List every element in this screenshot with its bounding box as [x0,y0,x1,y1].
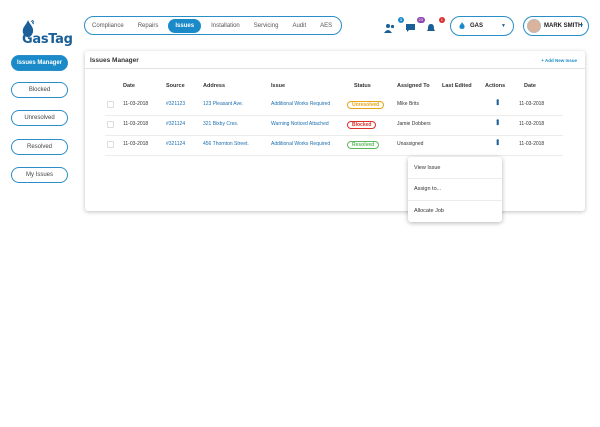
messages-badge: 23 [416,17,425,23]
alerts-notification[interactable]: 1 [425,17,445,31]
row-issue-link[interactable]: Additional Works Required [271,101,330,107]
divider [408,178,502,179]
status-badge: Resolved [347,141,380,149]
users-notification[interactable]: 3 [384,17,404,33]
row-issue-link[interactable]: Additional Works Required [271,141,330,147]
chevron-down-icon: ▼ [579,23,584,29]
bell-icon [427,24,435,31]
table-row[interactable]: 11-03-2018 #321124 321 Bixby Cres. Warni… [105,116,563,136]
row-source-link[interactable]: #321124 [166,141,185,147]
sidebar-blocked[interactable]: Blocked [11,82,68,98]
row-checkbox[interactable] [107,141,114,148]
brand-name: GasTag [22,32,73,47]
issues-manager-card: Issues Manager + Add New Issue Date Sour… [85,51,585,211]
col-address: Address [203,83,226,89]
row-date: 11-03-2018 [123,121,149,127]
tab-aes[interactable]: AES [316,19,336,33]
divider [85,68,585,69]
row-date-2: 11-03-2018 [519,141,545,147]
main-nav: Compliance Repairs Issues Installation S… [84,16,342,35]
tab-installation[interactable]: Installation [207,19,244,33]
user-menu[interactable]: MARK SMITH ▼ [523,16,589,36]
sidebar-my-issues[interactable]: My Issues [11,167,68,183]
row-address-link[interactable]: 123 Pleasant Ave. [203,101,243,107]
tab-servicing[interactable]: Servicing [250,19,283,33]
add-new-issue-label: Add New Issue [544,58,577,63]
col-status: Status [354,83,371,89]
flame-icon [459,22,465,29]
sidebar-issues-manager[interactable]: Issues Manager [11,55,68,71]
users-icon [384,24,395,33]
row-date: 11-03-2018 [123,101,149,107]
col-source: Source [166,83,185,89]
row-address-link[interactable]: 456 Thornton Street. [203,141,249,147]
col-last-edited: Last Edited [442,83,472,89]
fuel-type-select[interactable]: GAS ▼ [450,16,514,36]
row-assigned: Unassigned [397,141,424,147]
row-assigned: Mike Brits [397,101,419,107]
avatar [527,19,541,33]
more-actions-icon[interactable]: ••• [493,119,502,124]
row-date-2: 11-03-2018 [519,101,545,107]
sidebar-unresolved[interactable]: Unresolved [11,110,68,126]
fuel-type-value: GAS [470,23,484,29]
row-source-link[interactable]: #321124 [166,121,185,127]
col-actions: Actions [485,83,506,89]
row-address-link[interactable]: 321 Bixby Cres. [203,121,238,127]
divider [408,200,502,201]
row-checkbox[interactable] [107,101,114,108]
row-source-link[interactable]: #321123 [166,101,185,107]
tab-issues[interactable]: Issues [168,18,202,33]
tab-repairs[interactable]: Repairs [134,19,163,33]
row-date: 11-03-2018 [123,141,149,147]
row-issue-link[interactable]: Warning Noticed Attached [271,121,329,127]
more-actions-icon[interactable]: ••• [493,99,502,104]
menu-view-issue[interactable]: View Issue [414,165,441,171]
table-row[interactable]: 11-03-2018 #321124 456 Thornton Street. … [105,136,563,156]
row-actions-menu: View Issue Assign to... Allocate Job [408,157,502,222]
alerts-badge: 1 [438,17,445,23]
users-badge: 3 [397,17,404,23]
plus-icon: + [541,58,544,63]
sidebar-resolved[interactable]: Resolved [11,139,68,155]
chat-icon [406,24,415,32]
col-issue: Issue [271,83,286,89]
table-row[interactable]: 11-03-2018 #321123 123 Pleasant Ave. Add… [105,96,563,116]
menu-assign-to[interactable]: Assign to... [414,186,441,192]
chevron-down-icon: ▼ [501,23,506,29]
tab-audit[interactable]: Audit [288,19,310,33]
col-assigned-to: Assigned To [397,83,430,89]
tab-compliance[interactable]: Compliance [88,19,128,33]
gastag-logo[interactable]: GasTag [10,10,73,47]
col-date: Date [123,83,135,89]
user-name: MARK SMITH [544,23,583,29]
menu-allocate-job[interactable]: Allocate Job [414,208,444,214]
status-badge: Blocked [347,121,377,129]
messages-notification[interactable]: 23 [405,17,425,32]
status-badge: Unresolved [347,101,385,109]
add-new-issue-button[interactable]: + Add New Issue [541,58,577,63]
col-date-2: Date [524,83,536,89]
more-actions-icon[interactable]: ••• [493,139,502,144]
row-checkbox[interactable] [107,121,114,128]
card-title: Issues Manager [90,57,139,64]
row-date-2: 11-03-2018 [519,121,545,127]
row-assigned: Jamie Dobbers [397,121,431,127]
